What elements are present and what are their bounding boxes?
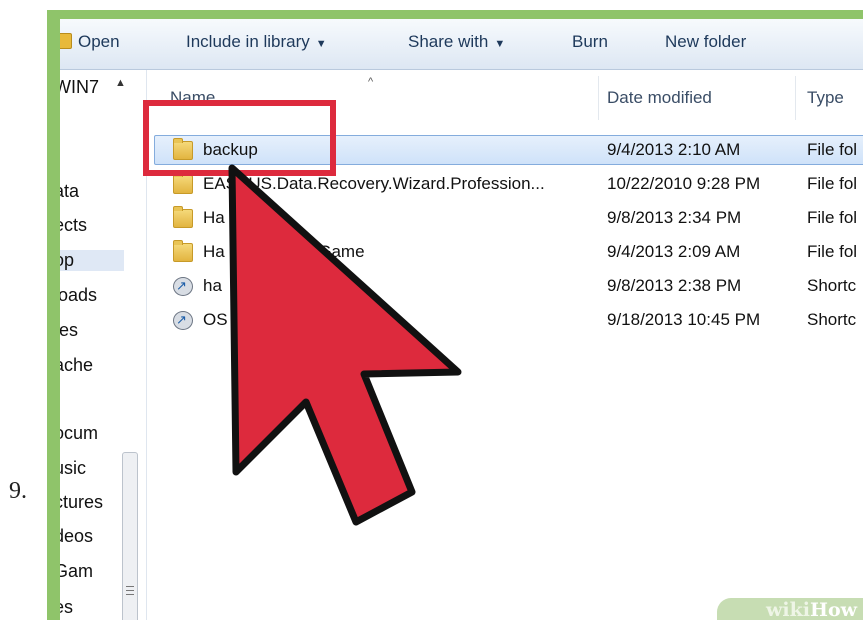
pointer-arrow-shape [228,164,462,526]
pointer-arrow-icon [228,164,462,526]
